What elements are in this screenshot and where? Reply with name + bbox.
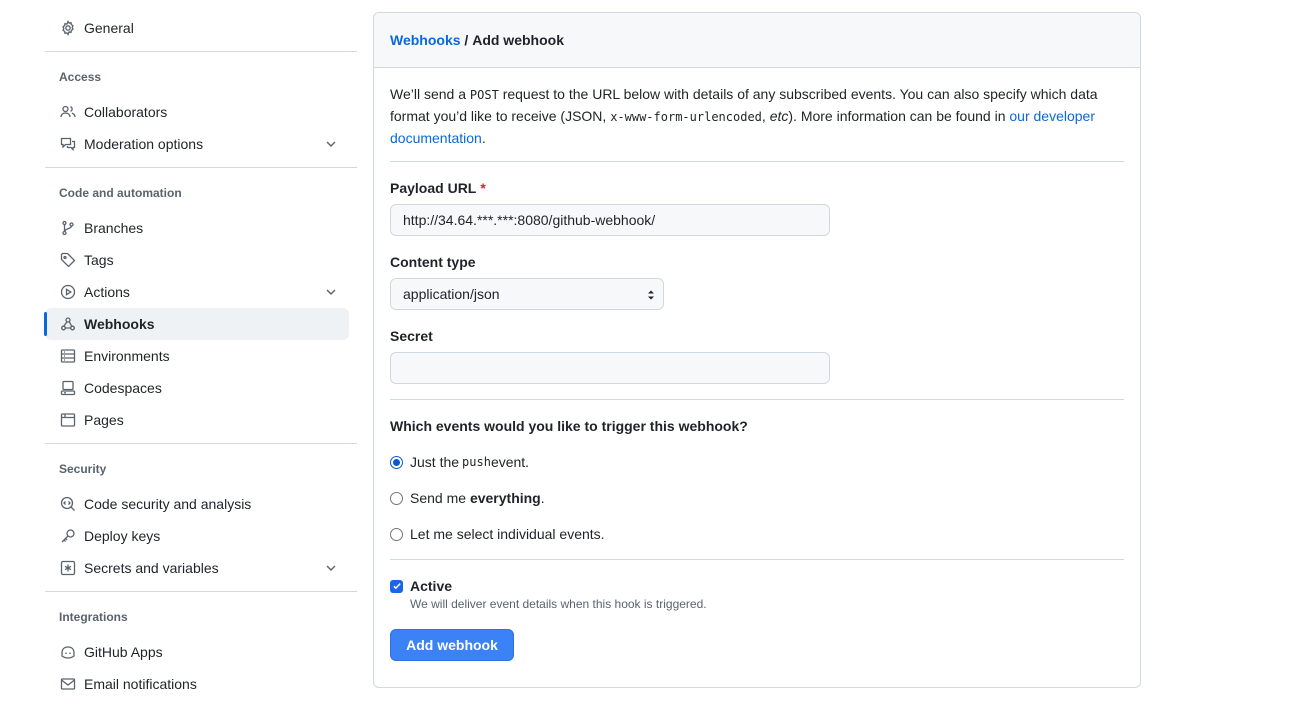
radio-push[interactable] xyxy=(390,455,403,469)
group-title-integrations: Integrations xyxy=(59,610,128,624)
divider xyxy=(45,591,357,592)
sidebar-item-secrets[interactable]: Secrets and variables xyxy=(45,552,349,584)
divider xyxy=(45,51,357,52)
code-form-urlencoded: x-www-form-urlencoded xyxy=(610,110,762,124)
sidebar-item-label: General xyxy=(84,20,134,36)
sidebar-item-code-security[interactable]: Code security and analysis xyxy=(45,488,349,520)
codescan-icon xyxy=(60,496,76,512)
secret-input[interactable] xyxy=(390,352,830,384)
add-webhook-panel: Webhooks / Add webhook We’ll send a POST… xyxy=(373,12,1141,688)
sidebar-item-branches[interactable]: Branches xyxy=(45,212,349,244)
webhook-icon xyxy=(60,316,76,332)
code-push: push xyxy=(462,455,491,469)
sidebar-item-label: Code security and analysis xyxy=(84,496,252,512)
sidebar-item-codespaces[interactable]: Codespaces xyxy=(45,372,349,404)
codespaces-icon xyxy=(60,380,76,396)
event-option-everything[interactable]: Send me everything. xyxy=(390,488,545,508)
payload-url-input[interactable]: http://34.64.***.***:8080/github-webhook… xyxy=(390,204,830,236)
active-checkbox[interactable] xyxy=(390,579,403,593)
sidebar-item-tags[interactable]: Tags xyxy=(45,244,349,276)
divider xyxy=(45,443,357,444)
browser-icon xyxy=(60,412,76,428)
group-title-security: Security xyxy=(59,462,107,476)
key-asterisk-icon xyxy=(60,560,76,576)
mail-icon xyxy=(60,676,76,692)
comment-discussion-icon xyxy=(60,136,76,152)
chevron-down-icon xyxy=(323,136,339,152)
divider xyxy=(45,167,357,168)
tag-icon xyxy=(60,252,76,268)
active-checkbox-row[interactable]: Active xyxy=(390,576,452,596)
sidebar-item-label: Moderation options xyxy=(84,136,204,152)
breadcrumb-webhooks-link[interactable]: Webhooks xyxy=(390,32,461,48)
sidebar-item-collaborators[interactable]: Collaborators xyxy=(45,96,349,128)
sidebar-item-webhooks[interactable]: Webhooks xyxy=(44,308,349,340)
sidebar-item-label: Branches xyxy=(84,220,144,236)
git-branch-icon xyxy=(60,220,76,236)
active-hint: We will deliver event details when this … xyxy=(410,597,707,611)
sidebar-item-label: Collaborators xyxy=(84,104,168,120)
play-circle-icon xyxy=(60,284,76,300)
radio-everything[interactable] xyxy=(390,491,403,505)
event-option-individual[interactable]: Let me select individual events. xyxy=(390,524,605,544)
sidebar-item-label: Environments xyxy=(84,348,170,364)
events-question: Which events would you like to trigger t… xyxy=(390,418,748,434)
sidebar-item-actions[interactable]: Actions xyxy=(45,276,349,308)
sidebar-item-label: Pages xyxy=(84,412,124,428)
content-type-select[interactable]: application/json xyxy=(390,278,664,310)
server-icon xyxy=(60,348,76,364)
sidebar-item-pages[interactable]: Pages xyxy=(45,404,349,436)
code-post: POST xyxy=(469,88,499,102)
sidebar-item-label: Tags xyxy=(84,252,114,268)
secret-label: Secret xyxy=(390,328,433,344)
sidebar-item-label: Secrets and variables xyxy=(84,560,219,576)
sidebar-item-label: Email notifications xyxy=(84,676,197,692)
copilot-icon xyxy=(60,644,76,660)
sidebar-item-label: Deploy keys xyxy=(84,528,161,544)
breadcrumb: Webhooks / Add webhook xyxy=(374,13,1140,68)
sidebar-item-email-notifications[interactable]: Email notifications xyxy=(45,668,349,700)
gear-icon xyxy=(60,20,76,36)
active-label: Active xyxy=(410,578,453,594)
add-webhook-button[interactable]: Add webhook xyxy=(390,629,514,661)
radio-individual[interactable] xyxy=(390,527,403,541)
sidebar-item-general[interactable]: General xyxy=(45,12,349,44)
payload-url-label: Payload URL * xyxy=(390,180,486,196)
sidebar-item-deploy-keys[interactable]: Deploy keys xyxy=(45,520,349,552)
divider xyxy=(390,559,1124,560)
group-title-access: Access xyxy=(59,70,102,84)
people-icon xyxy=(60,104,76,120)
sidebar-item-label: Codespaces xyxy=(84,380,162,396)
intro-text: We’ll send a POST request to the URL bel… xyxy=(390,86,1098,146)
sidebar-item-moderation[interactable]: Moderation options xyxy=(45,128,349,160)
key-icon xyxy=(60,528,76,544)
chevron-down-icon xyxy=(323,284,339,300)
divider xyxy=(390,161,1124,162)
sidebar-item-label: Webhooks xyxy=(84,316,155,332)
sidebar-item-environments[interactable]: Environments xyxy=(45,340,349,372)
select-arrows-icon xyxy=(647,288,655,302)
breadcrumb-separator: / xyxy=(460,32,473,48)
sidebar-item-github-apps[interactable]: GitHub Apps xyxy=(45,636,349,668)
group-title-code-automation: Code and automation xyxy=(59,186,182,200)
required-asterisk: * xyxy=(480,180,486,196)
sidebar-item-label: Actions xyxy=(84,284,130,300)
content-type-value: application/json xyxy=(403,286,500,302)
content-type-label: Content type xyxy=(390,254,476,270)
event-option-push[interactable]: Just the push event. xyxy=(390,452,529,472)
divider xyxy=(390,399,1124,400)
sidebar-item-label: GitHub Apps xyxy=(84,644,163,660)
page-title: Add webhook xyxy=(472,32,564,48)
chevron-down-icon xyxy=(323,560,339,576)
